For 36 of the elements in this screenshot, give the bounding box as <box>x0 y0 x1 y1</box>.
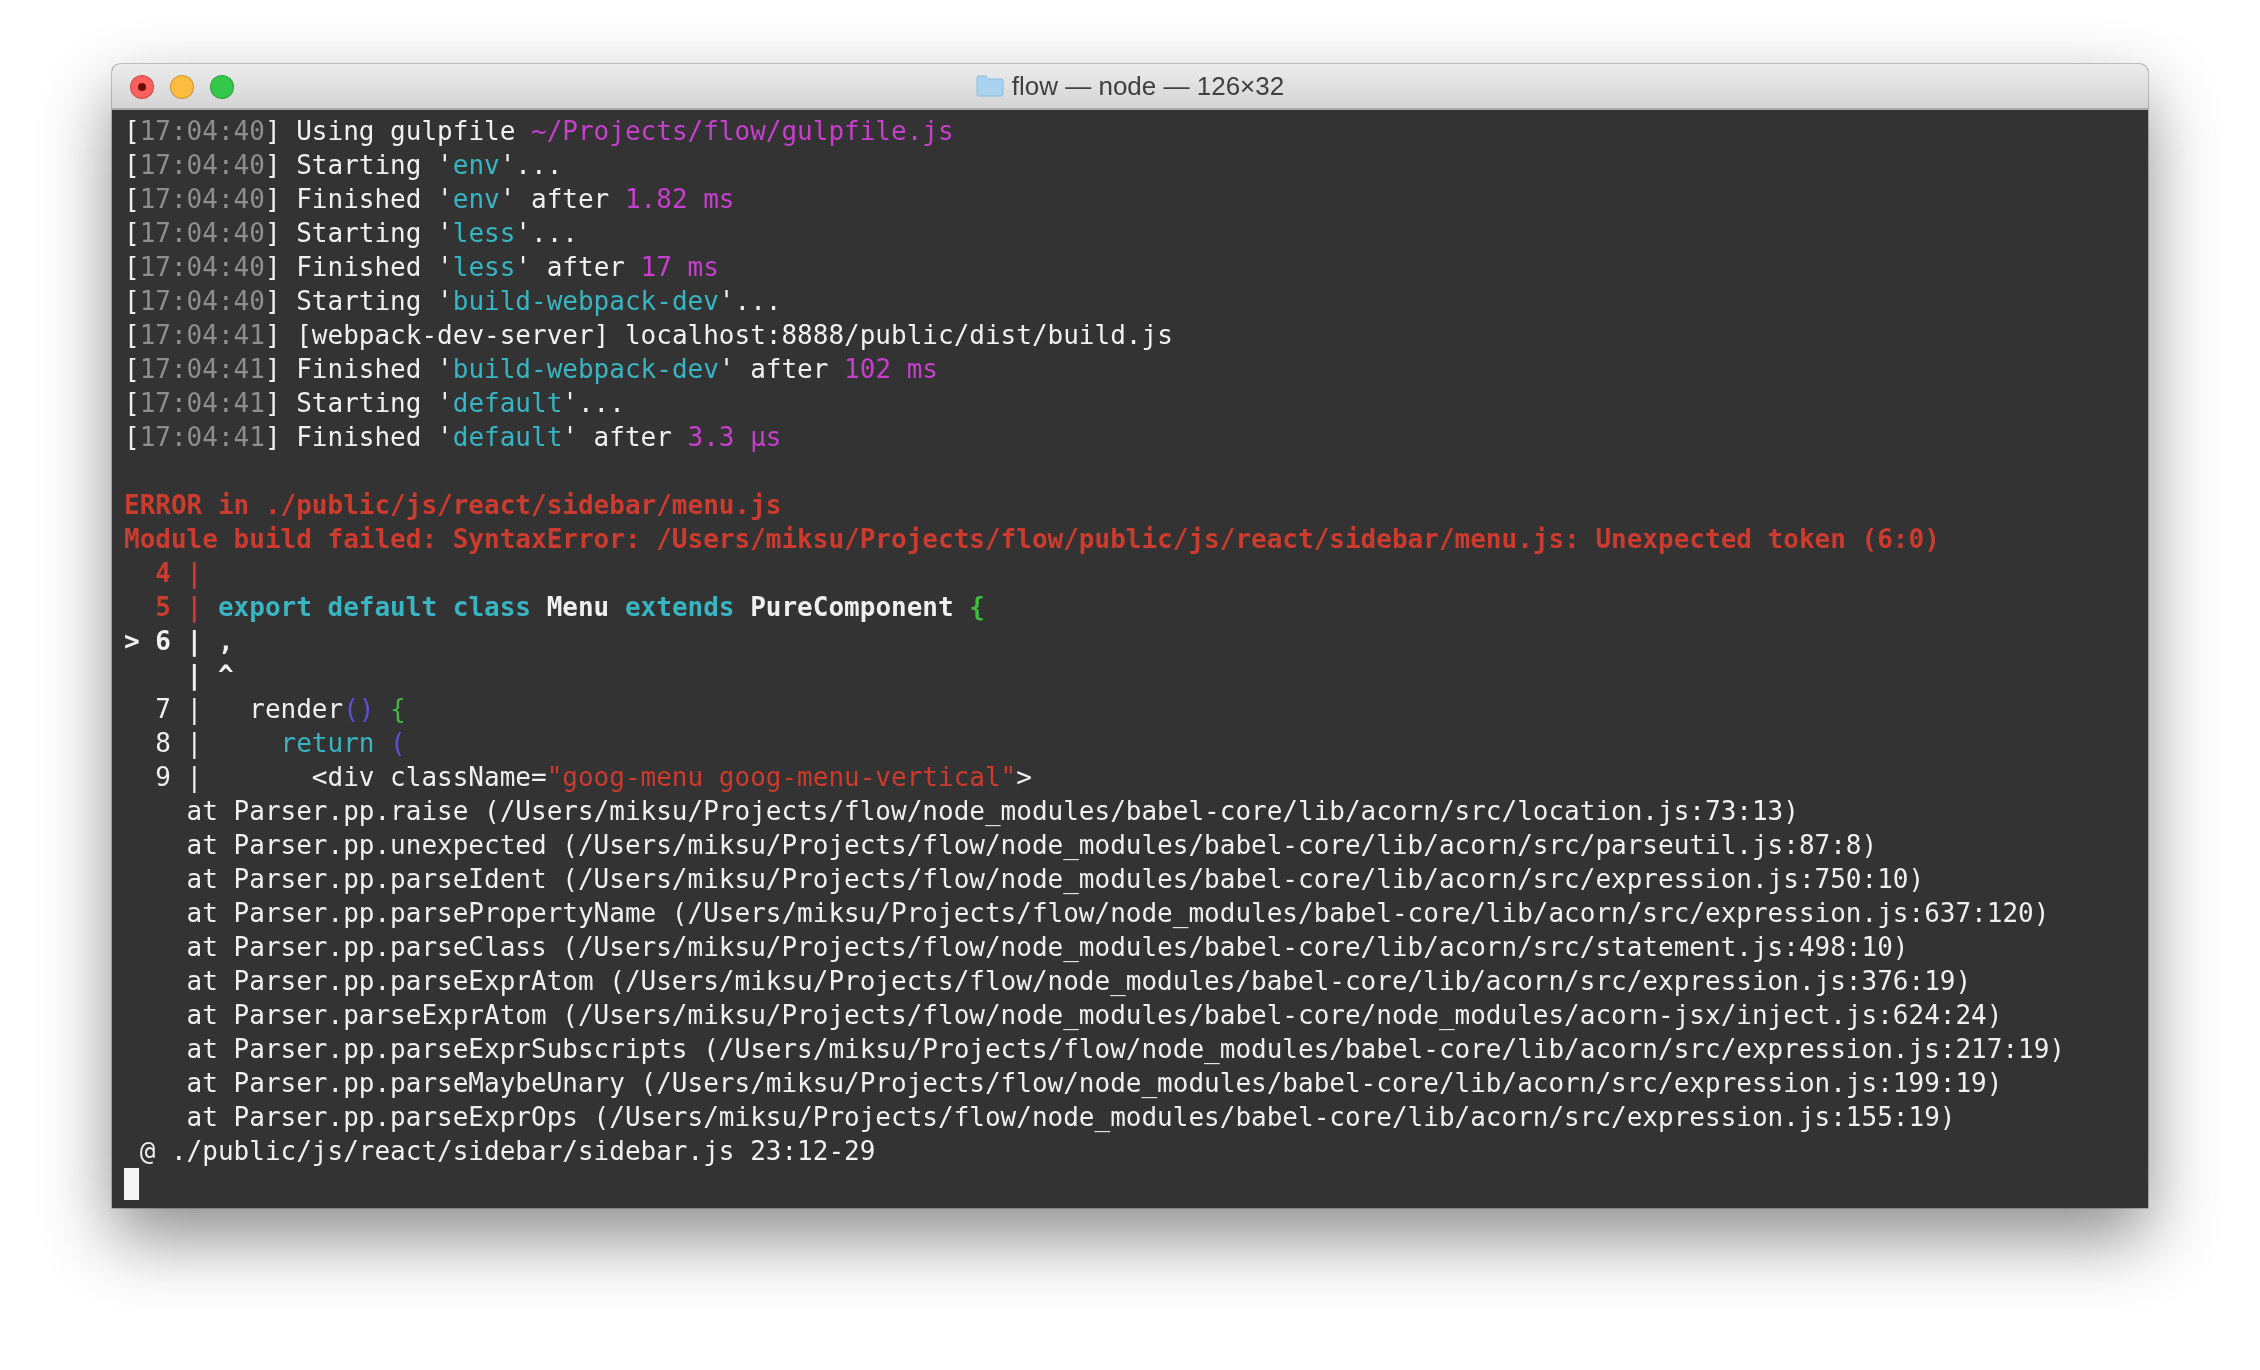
terminal-line: at Parser.pp.parseMaybeUnary (/Users/miksu/Projects/flow/node_modules/babel-core/lib/acorn/src/expression.js:199:19) <box>185 1067 2003 1100</box>
terminal-line: at Parser.parseExprAtom (/Users/miksu/Projects/flow/node_modules/babel-core/node_modules/acorn-jsx/inject.js:624:24) <box>185 999 2003 1032</box>
terminal-line: 4 | <box>154 557 203 590</box>
terminal-line: [17:04:41] Starting 'default'... <box>124 387 625 420</box>
terminal-line: at Parser.pp.unexpected (/Users/miksu/Projects/flow/node_modules/babel-core/lib/acorn/src/parseutil.js:87:8) <box>185 829 1878 862</box>
zoom-button[interactable] <box>210 75 234 99</box>
terminal-line: at Parser.pp.parsePropertyName (/Users/miksu/Projects/flow/node_modules/babel-core/lib/acorn/src/expression.js:637:120) <box>185 897 2050 930</box>
terminal-line: at Parser.pp.raise (/Users/miksu/Projects/flow/node_modules/babel-core/lib/acorn/src/location.js:73:13) <box>185 795 1799 828</box>
terminal-line: at Parser.pp.parseIdent (/Users/miksu/Projects/flow/node_modules/babel-core/lib/acorn/src/expression.js:750:10) <box>185 863 1925 896</box>
terminal-line: [17:04:41] Finished 'build-webpack-dev' after 102 ms <box>124 353 938 386</box>
terminal-line: 7 | render() { <box>154 693 406 726</box>
terminal-line: 9 | <div className="goog-menu goog-menu-vertical"> <box>154 761 1032 794</box>
window-title: flow — node — 126×32 <box>1011 70 1285 102</box>
terminal-line: at Parser.pp.parseClass (/Users/miksu/Projects/flow/node_modules/babel-core/lib/acorn/src/statement.js:498:10) <box>185 931 1909 964</box>
terminal-line: > 6 | , <box>124 625 234 658</box>
terminal-line: [17:04:40] Starting 'less'... <box>124 217 578 250</box>
terminal-line: at Parser.pp.parseExprAtom (/Users/miksu/Projects/flow/node_modules/babel-core/lib/acorn/src/expression.js:376:19) <box>185 965 1972 998</box>
text-cursor <box>124 1168 139 1200</box>
folder-icon <box>975 75 1004 97</box>
terminal-line: 8 | return ( <box>154 727 406 760</box>
terminal-line: Module build failed: SyntaxError: /Users/miksu/Projects/flow/public/js/react/sidebar/menu.js: Unexpected token (6:0) <box>124 523 1940 556</box>
terminal-line: ERROR in ./public/js/react/sidebar/menu.js <box>124 489 782 522</box>
terminal-line: [17:04:40] Using gulpfile ~/Projects/flow/gulpfile.js <box>124 115 954 148</box>
terminal-line: | ^ <box>185 659 234 692</box>
terminal-line: [17:04:40] Finished 'less' after 17 ms <box>124 251 719 284</box>
terminal-line: @ ./public/js/react/sidebar/sidebar.js 23:12-29 <box>138 1135 876 1168</box>
terminal-line: [17:04:41] Finished 'default' after 3.3 μs <box>124 421 782 454</box>
terminal-line: [17:04:41] [webpack-dev-server] localhost:8888/public/dist/build.js <box>124 319 1173 352</box>
terminal-line: 5 | export default class Menu extends PureComponent { <box>154 591 985 624</box>
terminal-line: [17:04:40] Starting 'build-webpack-dev'... <box>124 285 782 318</box>
terminal-line: [17:04:40] Starting 'env'... <box>124 149 563 182</box>
terminal-line: at Parser.pp.parseExprSubscripts (/Users/miksu/Projects/flow/node_modules/babel-core/lib/acorn/src/expression.js:217:19) <box>185 1033 2065 1066</box>
terminal-line: [17:04:40] Finished 'env' after 1.82 ms <box>124 183 735 216</box>
terminal-line: at Parser.pp.parseExprOps (/Users/miksu/Projects/flow/node_modules/babel-core/lib/acorn/src/expression.js:155:19) <box>185 1101 1956 1134</box>
minimize-button[interactable] <box>170 75 194 99</box>
close-button[interactable] <box>130 75 154 99</box>
